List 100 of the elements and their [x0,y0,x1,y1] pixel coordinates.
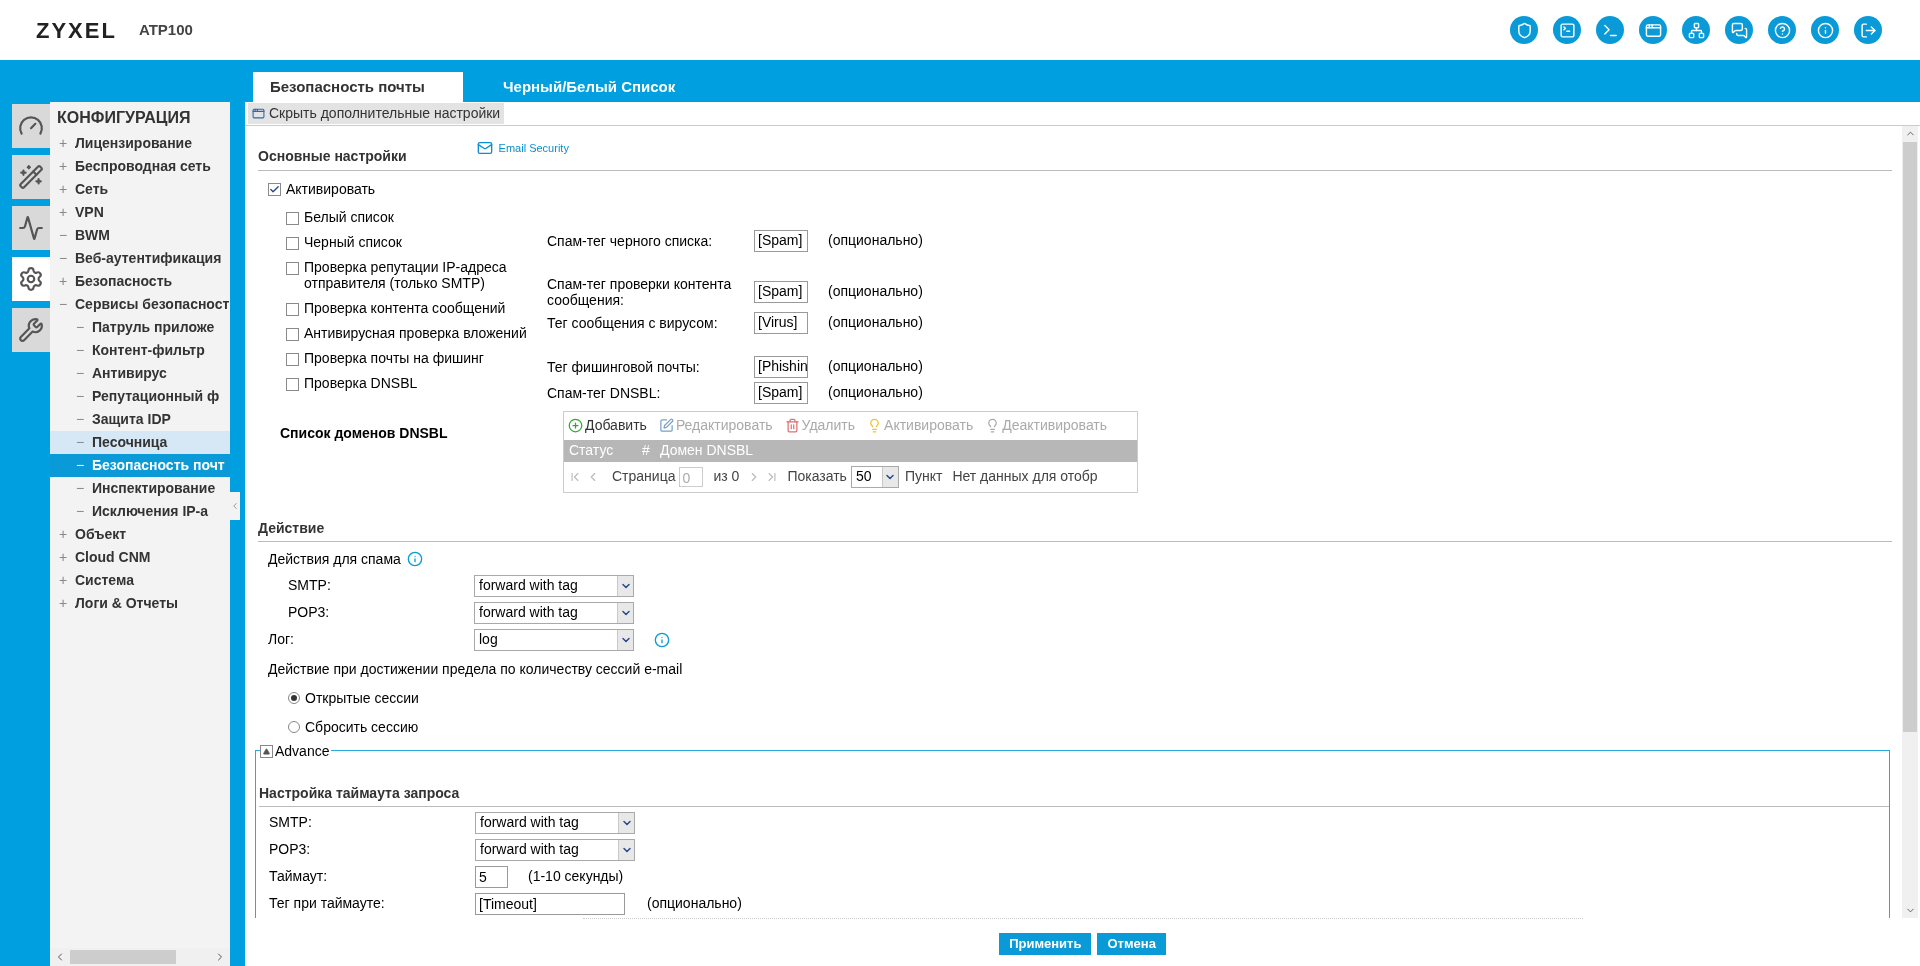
info-icon[interactable] [1811,16,1839,44]
list-title: Список доменов DNSBL [280,423,449,443]
pulse-monitor-icon [18,215,44,241]
checkbox[interactable] [286,236,299,250]
field-label: Действие при достижении предела по количеству сессий e-mail [268,659,684,679]
sidebar-item[interactable]: − BWM [50,224,230,247]
tag-field[interactable]: [Spam] [754,280,808,303]
checkbox-label: Активировать [286,179,376,199]
sidebar-item[interactable]: − Инспектирование [50,477,230,500]
section-title: Действие [258,517,1892,542]
sidebar-item[interactable]: + Система [50,569,230,592]
tag-field[interactable]: [Virus] [754,311,808,334]
sidebar-item[interactable]: + Беспроводная сеть [50,155,230,178]
pager-label: Пункт [904,467,943,486]
sidebar-item[interactable]: − Защита IDP [50,408,230,431]
collapse-handle[interactable] [230,492,240,520]
magic-wand-icon [18,164,44,190]
column-header: # [642,441,651,460]
rail-tab[interactable] [12,257,50,301]
sidebar-item[interactable]: − Веб-аутентификация [50,247,230,270]
chat-icon[interactable] [1725,16,1753,44]
sidebar-item[interactable]: + Логи & Отчеты [50,592,230,615]
vertical-scrollbar[interactable] [1902,126,1918,918]
checkbox[interactable] [286,261,299,275]
rail-tab[interactable] [12,308,50,352]
radio-button[interactable] [288,692,300,704]
sidebar-item[interactable]: + VPN [50,201,230,224]
sidebar-item[interactable]: + Сеть [50,178,230,201]
checkbox[interactable] [286,211,299,225]
checkbox[interactable] [286,377,299,391]
tab[interactable]: Безопасность почты [253,72,463,102]
toolbar-button[interactable]: Добавить [568,415,647,436]
tag-field[interactable]: [Phishin [754,355,808,378]
optional-note: (опционально) [828,357,923,376]
field-label: Спам-тег DNSBL: [547,384,662,401]
pager-label: Показать [787,467,847,486]
help-icon[interactable] [1768,16,1796,44]
checkbox[interactable] [286,302,299,316]
hint-text: (1-10 секунды) [528,867,624,886]
info-icon[interactable] [406,551,423,567]
dropdown[interactable]: forward with tag [475,838,635,861]
add-icon [568,418,583,433]
number-field[interactable]: 5 [475,865,508,888]
checkbox-label: Антивирусная проверка вложений [304,324,528,341]
sidebar-item[interactable]: − Антивирус [50,362,230,385]
radio-label: Сбросить сессию [305,717,419,737]
checkbox[interactable] [286,352,299,366]
dropdown[interactable]: forward with tag [474,574,634,597]
empty-message: Нет данных для отобр [952,467,1098,486]
field-label: Лог: [267,630,295,649]
dropdown[interactable]: forward with tag [475,811,635,834]
column-header: Домен DNSBL [660,441,754,460]
sidebar-item[interactable]: + Лицензирование [50,132,230,155]
field-label: Тег сообщения с вирусом: [547,314,719,331]
info-icon[interactable] [654,631,670,648]
tag-field[interactable]: [Spam] [754,229,808,252]
checkbox-label: Проверка репутации IP-адреса отправителя (только SMTP) [304,258,508,291]
sidebar-item[interactable]: − Сервисы безопасност [50,293,230,316]
section-title: Основные настройки [258,146,407,166]
checkbox[interactable] [268,182,281,196]
rail-tab[interactable] [12,206,50,250]
sidebar-title: КОНФИГУРАЦИЯ [56,108,192,128]
timeout-tag-field[interactable]: [Timeout] [475,892,625,915]
sidebar-item[interactable]: − Патруль приложе [50,316,230,339]
shield-icon[interactable] [1510,16,1538,44]
checkbox[interactable] [286,327,299,341]
sidebar-item[interactable]: − Репутационный ф [50,385,230,408]
field-label: Действия для спама [268,549,401,569]
hide-advanced-button[interactable]: Скрыть дополнительные настройки [248,103,505,124]
sidebar-item[interactable]: − Контент-фильтр [50,339,230,362]
optional-note: (опционально) [828,313,923,332]
sidebar-item[interactable]: + Безопасность [50,270,230,293]
network-icon[interactable] [1682,16,1710,44]
brand-logo: ZYXEL [36,16,117,45]
rail-tab[interactable] [12,104,50,148]
radio-button[interactable] [288,721,300,733]
dropdown[interactable]: forward with tag [474,601,634,624]
triangle-icon [263,747,270,755]
dropdown[interactable]: log [474,628,634,651]
sidebar-item[interactable]: − Песочница [50,431,230,454]
field-label: POP3: [287,603,331,622]
field-label: SMTP: [287,576,332,595]
sidebar-item[interactable]: + Объект [50,523,230,546]
field-label: SMTP: [268,813,313,832]
tag-field[interactable]: [Spam] [754,381,808,404]
window-icon[interactable] [1639,16,1667,44]
checkbox-label: Проверка DNSBL [304,374,419,391]
terminal-icon[interactable] [1553,16,1581,44]
rail-tab[interactable] [12,155,50,199]
field-label: Тег при таймауте: [268,894,386,913]
pager-label: Страница [612,467,676,486]
collapse-toggle[interactable] [260,744,273,758]
model-name: ATP100 [138,19,193,40]
panel-icon [252,107,265,120]
field-label: Тег фишинговой почты: [547,358,701,375]
dropdown[interactable]: 50 [850,465,899,488]
sidebar-item[interactable]: + Cloud CNM [50,546,230,569]
radio-label: Открытые сессии [305,688,419,708]
logout-icon[interactable] [1854,16,1882,44]
sidebar-item[interactable]: − Исключения IP-а [50,500,230,523]
